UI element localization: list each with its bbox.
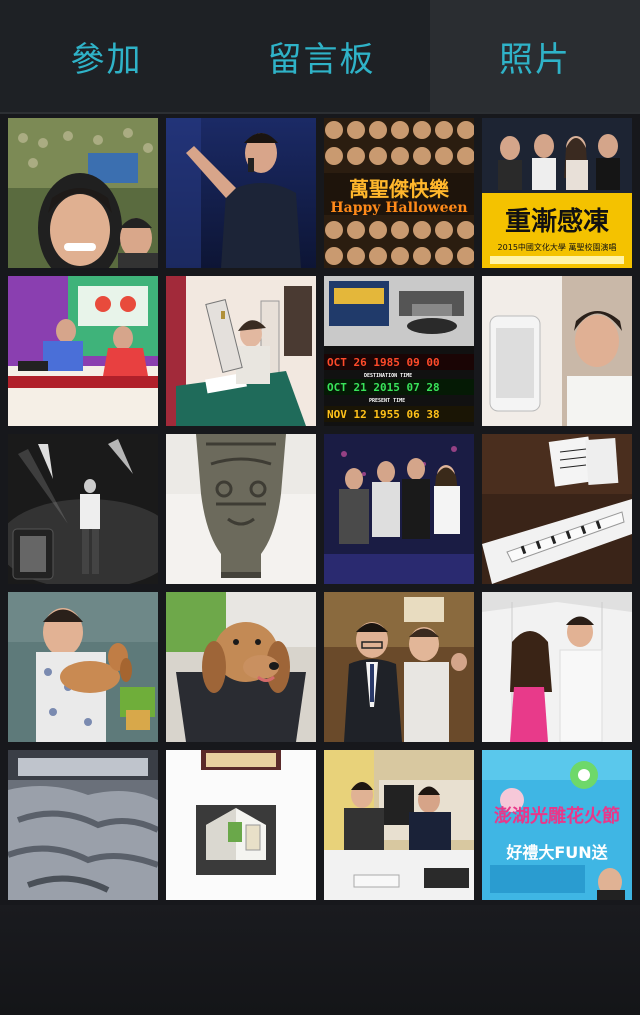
photo-phone-and-selfie[interactable] xyxy=(482,276,632,426)
svg-text:DESTINATION TIME: DESTINATION TIME xyxy=(364,373,412,379)
photo-crowd-selfie[interactable] xyxy=(8,118,158,268)
svg-text:萬聖傑快樂: 萬聖傑快樂 xyxy=(349,177,450,201)
photo-man-holding-dachshund[interactable] xyxy=(8,592,158,742)
photo-tv-studio-game[interactable] xyxy=(8,276,158,426)
photo-unmade-bed[interactable] xyxy=(8,750,158,900)
photo-two-men-restaurant[interactable] xyxy=(324,592,474,742)
svg-text:OCT 26 1985 09 00: OCT 26 1985 09 00 xyxy=(327,356,440,369)
photo-house-award-trophy[interactable] xyxy=(166,750,316,900)
photo-bronze-artifact[interactable] xyxy=(166,434,316,584)
photo-halloween-collage[interactable]: 萬聖傑快樂 Happy Halloween xyxy=(324,118,474,268)
photo-dachshund-in-bag[interactable] xyxy=(166,592,316,742)
svg-text:2015中國文化大學 萬聖校園演唱: 2015中國文化大學 萬聖校園演唱 xyxy=(498,242,617,252)
photo-back-to-the-future[interactable]: OCT 26 1985 09 00 DESTINATION TIME OCT 2… xyxy=(324,276,474,426)
photo-campus-concert-poster[interactable]: 重漸感凍 2015中國文化大學 萬聖校園演唱 xyxy=(482,118,632,268)
tab-bar: 參加 留言板 照片 xyxy=(0,0,640,114)
photo-couple-white-tent[interactable] xyxy=(482,592,632,742)
photo-singer-on-stage[interactable] xyxy=(166,118,316,268)
photo-grid: 萬聖傑快樂 Happy Halloween 重漸感凍 2015中國文化大學 萬聖… xyxy=(8,118,632,900)
photo-festival-poster[interactable]: 澎湖光雕花火節 好禮大FUN送 xyxy=(482,750,632,900)
photo-bw-stage-performer[interactable] xyxy=(8,434,158,584)
photo-tv-show-group[interactable] xyxy=(324,434,474,584)
tab-photos[interactable]: 照片 xyxy=(430,0,640,112)
photo-electric-piano[interactable] xyxy=(482,434,632,584)
tab-message-board[interactable]: 留言板 xyxy=(213,0,430,112)
svg-text:好禮大FUN送: 好禮大FUN送 xyxy=(505,843,608,862)
photo-man-at-table[interactable] xyxy=(166,276,316,426)
svg-text:PRESENT TIME: PRESENT TIME xyxy=(369,398,405,404)
svg-text:澎湖光雕花火節: 澎湖光雕花火節 xyxy=(494,805,620,827)
tab-participate[interactable]: 參加 xyxy=(0,0,213,112)
svg-text:OCT 21 2015 07 28: OCT 21 2015 07 28 xyxy=(327,381,440,394)
bottom-area xyxy=(0,905,640,1015)
svg-text:NOV 12 1955 06 38: NOV 12 1955 06 38 xyxy=(327,408,440,421)
photo-studio-two-men[interactable] xyxy=(324,750,474,900)
svg-text:重漸感凍: 重漸感凍 xyxy=(505,207,609,237)
svg-text:Happy Halloween: Happy Halloween xyxy=(330,200,467,216)
